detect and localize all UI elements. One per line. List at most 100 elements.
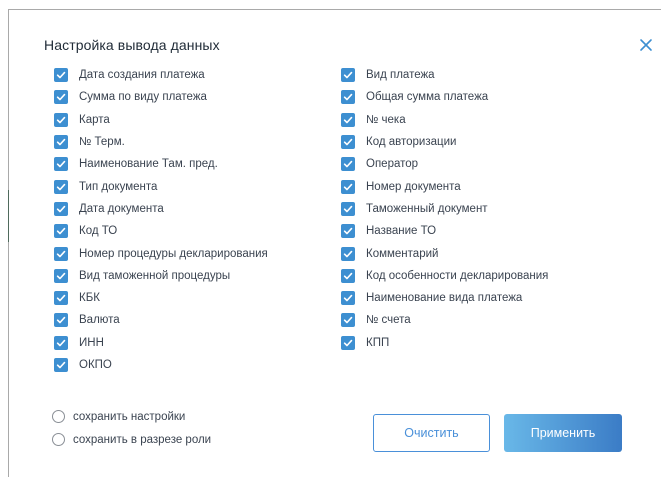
checkbox[interactable]	[54, 268, 68, 283]
option-label: ИНН	[79, 336, 104, 349]
checkmark-icon	[56, 161, 66, 168]
option-checkbox-item[interactable]: № чека	[341, 109, 548, 131]
checkmark-icon	[56, 228, 66, 235]
option-checkbox-item[interactable]: Комментарий	[341, 242, 548, 264]
option-checkbox-item[interactable]: Карта	[54, 109, 268, 131]
checkmark-icon	[343, 183, 353, 190]
checkbox[interactable]	[341, 291, 355, 306]
checkmark-icon	[343, 94, 353, 101]
checkmark-icon	[56, 71, 66, 79]
option-checkbox-item[interactable]: Дата создания платежа	[54, 64, 268, 86]
checkbox[interactable]	[54, 335, 68, 350]
checkbox[interactable]	[54, 201, 68, 216]
option-checkbox-item[interactable]: Код авторизации	[341, 131, 548, 153]
option-label: Комментарий	[366, 247, 439, 260]
checkmark-icon	[343, 317, 353, 324]
checkbox[interactable]	[341, 90, 355, 105]
option-label: Оператор	[366, 158, 419, 171]
option-label: № счета	[366, 314, 411, 327]
checkmark-icon	[56, 138, 66, 146]
options-column-left: Дата создания платежа Сумма по виду плате…	[54, 64, 268, 376]
option-checkbox-item[interactable]: Наименование Там. пред.	[54, 153, 268, 175]
option-checkbox-item[interactable]: Наименование вида платежа	[341, 287, 548, 309]
checkbox[interactable]	[341, 224, 355, 239]
checkbox[interactable]	[54, 224, 68, 239]
checkbox[interactable]	[341, 313, 355, 328]
option-checkbox-item[interactable]: Номер процедуры декларирования	[54, 242, 268, 264]
option-checkbox-item[interactable]: Валюта	[54, 309, 268, 331]
checkbox[interactable]	[341, 135, 355, 150]
checkbox[interactable]	[341, 201, 355, 216]
option-label: Название ТО	[366, 225, 437, 238]
option-checkbox-item[interactable]: № Терм.	[54, 131, 268, 153]
option-label: Дата документа	[79, 202, 164, 215]
radio-circle[interactable]	[52, 410, 65, 423]
clear-button[interactable]: Очистить	[373, 414, 490, 452]
option-checkbox-item[interactable]: Общая сумма платежа	[341, 86, 548, 108]
close-icon	[640, 39, 652, 51]
checkmark-icon	[343, 228, 353, 235]
checkbox[interactable]	[54, 246, 68, 261]
save-by-role-label: сохранить в разрезе роли	[73, 433, 212, 446]
checkmark-icon	[343, 272, 353, 280]
option-checkbox-item[interactable]: КПП	[341, 332, 548, 354]
option-label: Номер документа	[366, 180, 461, 193]
option-checkbox-item[interactable]: Таможенный документ	[341, 198, 548, 220]
checkmark-icon	[343, 71, 353, 79]
checkbox[interactable]	[54, 68, 68, 83]
option-label: Код особенности декларирования	[366, 269, 549, 282]
option-label: КПП	[366, 336, 390, 349]
checkmark-icon	[56, 361, 66, 369]
checkbox[interactable]	[341, 112, 355, 127]
checkbox[interactable]	[341, 157, 355, 172]
option-checkbox-item[interactable]: Вид таможенной процедуры	[54, 265, 268, 287]
checkbox[interactable]	[54, 358, 68, 372]
option-checkbox-item[interactable]: Код ТО	[54, 220, 268, 242]
checkbox[interactable]	[54, 179, 68, 194]
dialog-title: Настройка вывода данных	[44, 37, 220, 53]
save-settings-radio[interactable]: сохранить настройки	[52, 410, 185, 423]
option-checkbox-item[interactable]: Тип документа	[54, 175, 268, 197]
option-label: Дата создания платежа	[79, 69, 205, 82]
option-checkbox-item[interactable]: КБК	[54, 287, 268, 309]
option-checkbox-item[interactable]: ИНН	[54, 332, 268, 354]
checkbox[interactable]	[341, 268, 355, 283]
checkmark-icon	[56, 317, 66, 324]
apply-button[interactable]: Применить	[504, 414, 622, 452]
option-label: № Терм.	[79, 136, 125, 149]
option-label: Наименование Там. пред.	[79, 158, 218, 171]
checkbox[interactable]	[341, 179, 355, 194]
checkmark-icon	[56, 250, 66, 257]
option-checkbox-item[interactable]: Сумма по виду платежа	[54, 86, 268, 108]
option-checkbox-item[interactable]: Название ТО	[341, 220, 548, 242]
option-label: Общая сумма платежа	[366, 91, 489, 104]
checkbox[interactable]	[54, 157, 68, 172]
option-checkbox-item[interactable]: ОКПО	[54, 354, 268, 376]
radio-circle[interactable]	[52, 433, 65, 446]
option-checkbox-item[interactable]: Оператор	[341, 153, 548, 175]
option-label: Вид платежа	[366, 69, 435, 82]
option-checkbox-item[interactable]: Номер документа	[341, 175, 548, 197]
option-checkbox-item[interactable]: № счета	[341, 309, 548, 331]
close-button[interactable]	[637, 36, 655, 54]
save-by-role-radio[interactable]: сохранить в разрезе роли	[52, 433, 211, 446]
checkmark-icon	[343, 205, 353, 213]
checkbox[interactable]	[341, 246, 355, 261]
checkbox[interactable]	[54, 90, 68, 105]
checkmark-icon	[343, 138, 353, 146]
option-checkbox-item[interactable]: Дата документа	[54, 198, 268, 220]
checkmark-icon	[343, 116, 353, 124]
option-checkbox-item[interactable]: Вид платежа	[341, 64, 548, 86]
option-checkbox-item[interactable]: Код особенности декларирования	[341, 265, 548, 287]
checkmark-icon	[343, 161, 353, 168]
checkbox[interactable]	[54, 135, 68, 150]
checkbox[interactable]	[54, 291, 68, 306]
checkmark-icon	[56, 183, 66, 190]
checkbox[interactable]	[341, 335, 355, 350]
checkbox[interactable]	[54, 313, 68, 328]
checkbox[interactable]	[341, 68, 355, 83]
option-label: Вид таможенной процедуры	[79, 269, 231, 282]
option-label: Номер процедуры декларирования	[79, 247, 268, 260]
checkbox[interactable]	[54, 112, 68, 127]
checkmark-icon	[56, 272, 66, 280]
